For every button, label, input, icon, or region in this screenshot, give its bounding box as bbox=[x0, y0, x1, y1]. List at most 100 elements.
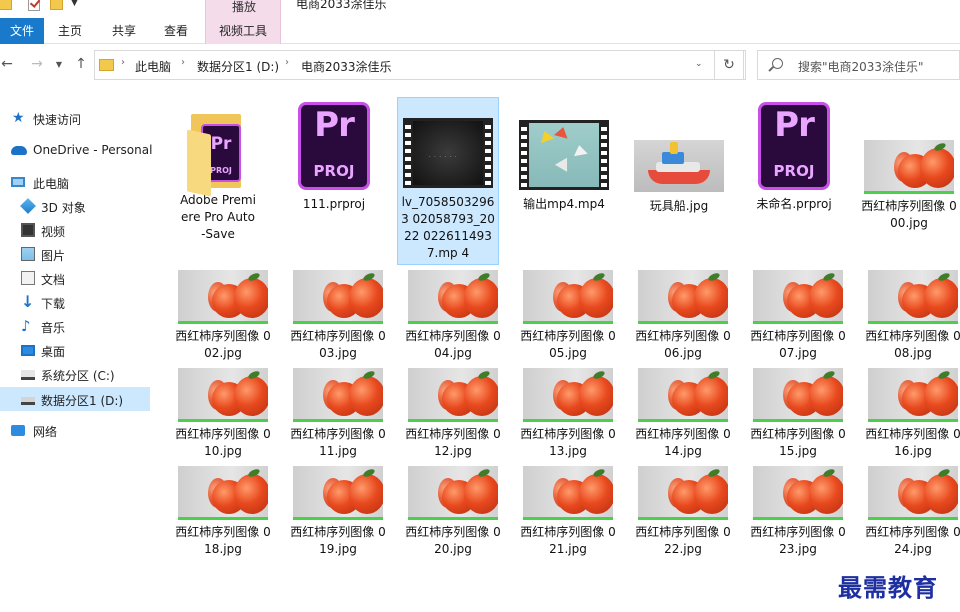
tab-view[interactable]: 查看 bbox=[156, 18, 196, 44]
address-bar[interactable]: › 此电脑 › 数据分区1 (D:) › 电商2033涂佳乐 ⌄ bbox=[94, 50, 746, 80]
file-name: 西红柿序列图像 003.jpg bbox=[290, 329, 386, 360]
file-name: 111.prproj bbox=[302, 197, 366, 211]
image-thumbnail bbox=[638, 368, 728, 422]
file-item-tomato-002[interactable]: 西红柿序列图像 002.jpg bbox=[172, 270, 274, 362]
sidebar-item-label: 桌面 bbox=[41, 345, 66, 359]
breadcrumb-current-folder[interactable]: 电商2033涂佳乐 bbox=[301, 58, 392, 75]
forward-arrow-icon[interactable]: → bbox=[28, 56, 46, 72]
file-item-video-selected[interactable]: · · · · · · lv_70585032963 02058793_2022… bbox=[397, 97, 499, 265]
sidebar-item-videos[interactable]: 视频 bbox=[0, 218, 150, 242]
tab-video-tools[interactable]: 视频工具 bbox=[205, 18, 281, 44]
drive-d-icon bbox=[21, 397, 35, 405]
folder-icon bbox=[99, 59, 114, 71]
image-thumbnail bbox=[864, 140, 954, 194]
download-icon: ↓ bbox=[21, 292, 35, 311]
breadcrumb-chevron-icon[interactable]: › bbox=[121, 57, 125, 68]
sidebar-item-drive-c[interactable]: 系统分区 (C:) bbox=[0, 362, 150, 386]
file-name: 西红柿序列图像 006.jpg bbox=[635, 329, 731, 360]
tab-home[interactable]: 主页 bbox=[50, 18, 90, 44]
file-item-tomato-011[interactable]: 西红柿序列图像 011.jpg bbox=[287, 368, 389, 460]
file-item-tomato-010[interactable]: 西红柿序列图像 010.jpg bbox=[172, 368, 274, 460]
file-item-tomato-018[interactable]: 西红柿序列图像 018.jpg bbox=[172, 466, 274, 558]
sidebar-item-this-pc[interactable]: 此电脑 bbox=[0, 170, 150, 194]
file-item-tomato-015[interactable]: 西红柿序列图像 015.jpg bbox=[747, 368, 849, 460]
search-input[interactable]: 搜索"电商2033涂佳乐" bbox=[757, 50, 960, 80]
music-icon: ♪ bbox=[21, 317, 31, 335]
breadcrumb-chevron-icon[interactable]: › bbox=[285, 57, 289, 68]
file-item-tomato-006[interactable]: 西红柿序列图像 006.jpg bbox=[632, 270, 734, 362]
folder-icon: Pr PROJ bbox=[187, 114, 249, 197]
properties-check-icon[interactable] bbox=[28, 0, 40, 11]
file-item-tomato-016[interactable]: 西红柿序列图像 016.jpg bbox=[862, 368, 960, 460]
sidebar-item-documents[interactable]: 文档 bbox=[0, 266, 150, 290]
file-item-tomato-020[interactable]: 西红柿序列图像 020.jpg bbox=[402, 466, 504, 558]
drive-c-icon bbox=[21, 370, 35, 380]
breadcrumb-this-pc[interactable]: 此电脑 bbox=[135, 58, 171, 75]
breadcrumb-chevron-icon[interactable]: › bbox=[181, 57, 185, 68]
file-item-tomato-021[interactable]: 西红柿序列图像 021.jpg bbox=[517, 466, 619, 558]
file-item-tomato-022[interactable]: 西红柿序列图像 022.jpg bbox=[632, 466, 734, 558]
file-name: 西红柿序列图像 023.jpg bbox=[750, 525, 846, 556]
address-dropdown-icon[interactable]: ⌄ bbox=[695, 59, 703, 69]
sidebar-item-3d-objects[interactable]: 3D 对象 bbox=[0, 194, 150, 218]
file-item-tomato-000[interactable]: 西红柿序列图像 000.jpg bbox=[858, 100, 960, 232]
up-arrow-icon[interactable]: ↑ bbox=[72, 56, 90, 72]
file-name: 西红柿序列图像 018.jpg bbox=[175, 525, 271, 556]
file-name: lv_70585032963 02058793_2022 0226114937.… bbox=[401, 195, 495, 260]
folder-icon[interactable] bbox=[0, 0, 12, 10]
sidebar-item-desktop[interactable]: 桌面 bbox=[0, 338, 150, 362]
file-item-tomato-007[interactable]: 西红柿序列图像 007.jpg bbox=[747, 270, 849, 362]
file-name: 西红柿序列图像 002.jpg bbox=[175, 329, 271, 360]
back-arrow-icon[interactable]: ← bbox=[0, 56, 16, 72]
file-item-tomato-014[interactable]: 西红柿序列图像 014.jpg bbox=[632, 368, 734, 460]
file-item-toy-boat[interactable]: 玩具船.jpg bbox=[628, 100, 730, 215]
navigation-pane: ★ 快速访问 OneDrive - Personal 此电脑 3D 对象 视频 … bbox=[0, 92, 152, 612]
image-thumbnail bbox=[638, 466, 728, 520]
new-folder-icon[interactable] bbox=[50, 0, 63, 10]
file-item-tomato-024[interactable]: 西红柿序列图像 024.jpg bbox=[862, 466, 960, 558]
video-thumbnail: · · · · · · bbox=[403, 118, 493, 188]
sidebar-item-downloads[interactable]: ↓ 下载 bbox=[0, 290, 150, 314]
file-name: 西红柿序列图像 014.jpg bbox=[635, 427, 731, 458]
file-item-untitled-prproj[interactable]: Pr PROJ 未命名.prproj bbox=[743, 100, 845, 213]
sidebar-item-label: 图片 bbox=[41, 249, 66, 263]
file-name: 西红柿序列图像 000.jpg bbox=[861, 199, 957, 230]
image-thumbnail bbox=[293, 270, 383, 324]
sidebar-item-network[interactable]: 网络 bbox=[0, 418, 150, 442]
file-item-tomato-013[interactable]: 西红柿序列图像 013.jpg bbox=[517, 368, 619, 460]
recent-locations-chevron-icon[interactable]: ▼ bbox=[50, 60, 68, 69]
customize-dropdown-icon[interactable]: ▼ bbox=[71, 0, 78, 8]
video-thumbnail bbox=[519, 120, 609, 190]
desktop-icon bbox=[21, 345, 35, 356]
sidebar-item-label: 视频 bbox=[41, 225, 66, 239]
picture-icon bbox=[21, 247, 35, 261]
sidebar-item-quick-access[interactable]: ★ 快速访问 bbox=[0, 106, 150, 130]
image-thumbnail bbox=[868, 270, 958, 324]
sidebar-item-pictures[interactable]: 图片 bbox=[0, 242, 150, 266]
sidebar-item-onedrive[interactable]: OneDrive - Personal bbox=[0, 138, 152, 162]
sidebar-item-drive-d[interactable]: 数据分区1 (D:) bbox=[0, 387, 150, 411]
file-item-tomato-012[interactable]: 西红柿序列图像 012.jpg bbox=[402, 368, 504, 460]
image-thumbnail bbox=[408, 270, 498, 324]
image-thumbnail bbox=[868, 466, 958, 520]
file-item-tomato-008[interactable]: 西红柿序列图像 008.jpg bbox=[862, 270, 960, 362]
refresh-icon[interactable]: ↻ bbox=[714, 50, 744, 80]
file-item-tomato-005[interactable]: 西红柿序列图像 005.jpg bbox=[517, 270, 619, 362]
file-item-prproj[interactable]: Pr PROJ 111.prproj bbox=[283, 100, 385, 213]
file-item-tomato-019[interactable]: 西红柿序列图像 019.jpg bbox=[287, 466, 389, 558]
sidebar-item-music[interactable]: ♪ 音乐 bbox=[0, 314, 150, 338]
tab-file[interactable]: 文件 bbox=[0, 18, 44, 44]
computer-icon bbox=[11, 177, 25, 187]
breadcrumb-drive-d[interactable]: 数据分区1 (D:) bbox=[197, 58, 279, 75]
file-name: Adobe Premiere Pro Auto-Save bbox=[180, 193, 256, 241]
sidebar-item-label: 数据分区1 (D:) bbox=[41, 394, 124, 408]
image-thumbnail bbox=[178, 270, 268, 324]
file-name: 输出mp4.mp4 bbox=[523, 197, 605, 211]
file-item-tomato-004[interactable]: 西红柿序列图像 004.jpg bbox=[402, 270, 504, 362]
file-item-tomato-023[interactable]: 西红柿序列图像 023.jpg bbox=[747, 466, 849, 558]
file-item-tomato-003[interactable]: 西红柿序列图像 003.jpg bbox=[287, 270, 389, 362]
sidebar-item-label: 快速访问 bbox=[33, 113, 82, 127]
file-item-autosave-folder[interactable]: Pr PROJ Adobe Premiere Pro Auto-Save bbox=[167, 100, 269, 243]
tab-share[interactable]: 共享 bbox=[104, 18, 144, 44]
file-item-output-video[interactable]: 输出mp4.mp4 bbox=[513, 100, 615, 213]
